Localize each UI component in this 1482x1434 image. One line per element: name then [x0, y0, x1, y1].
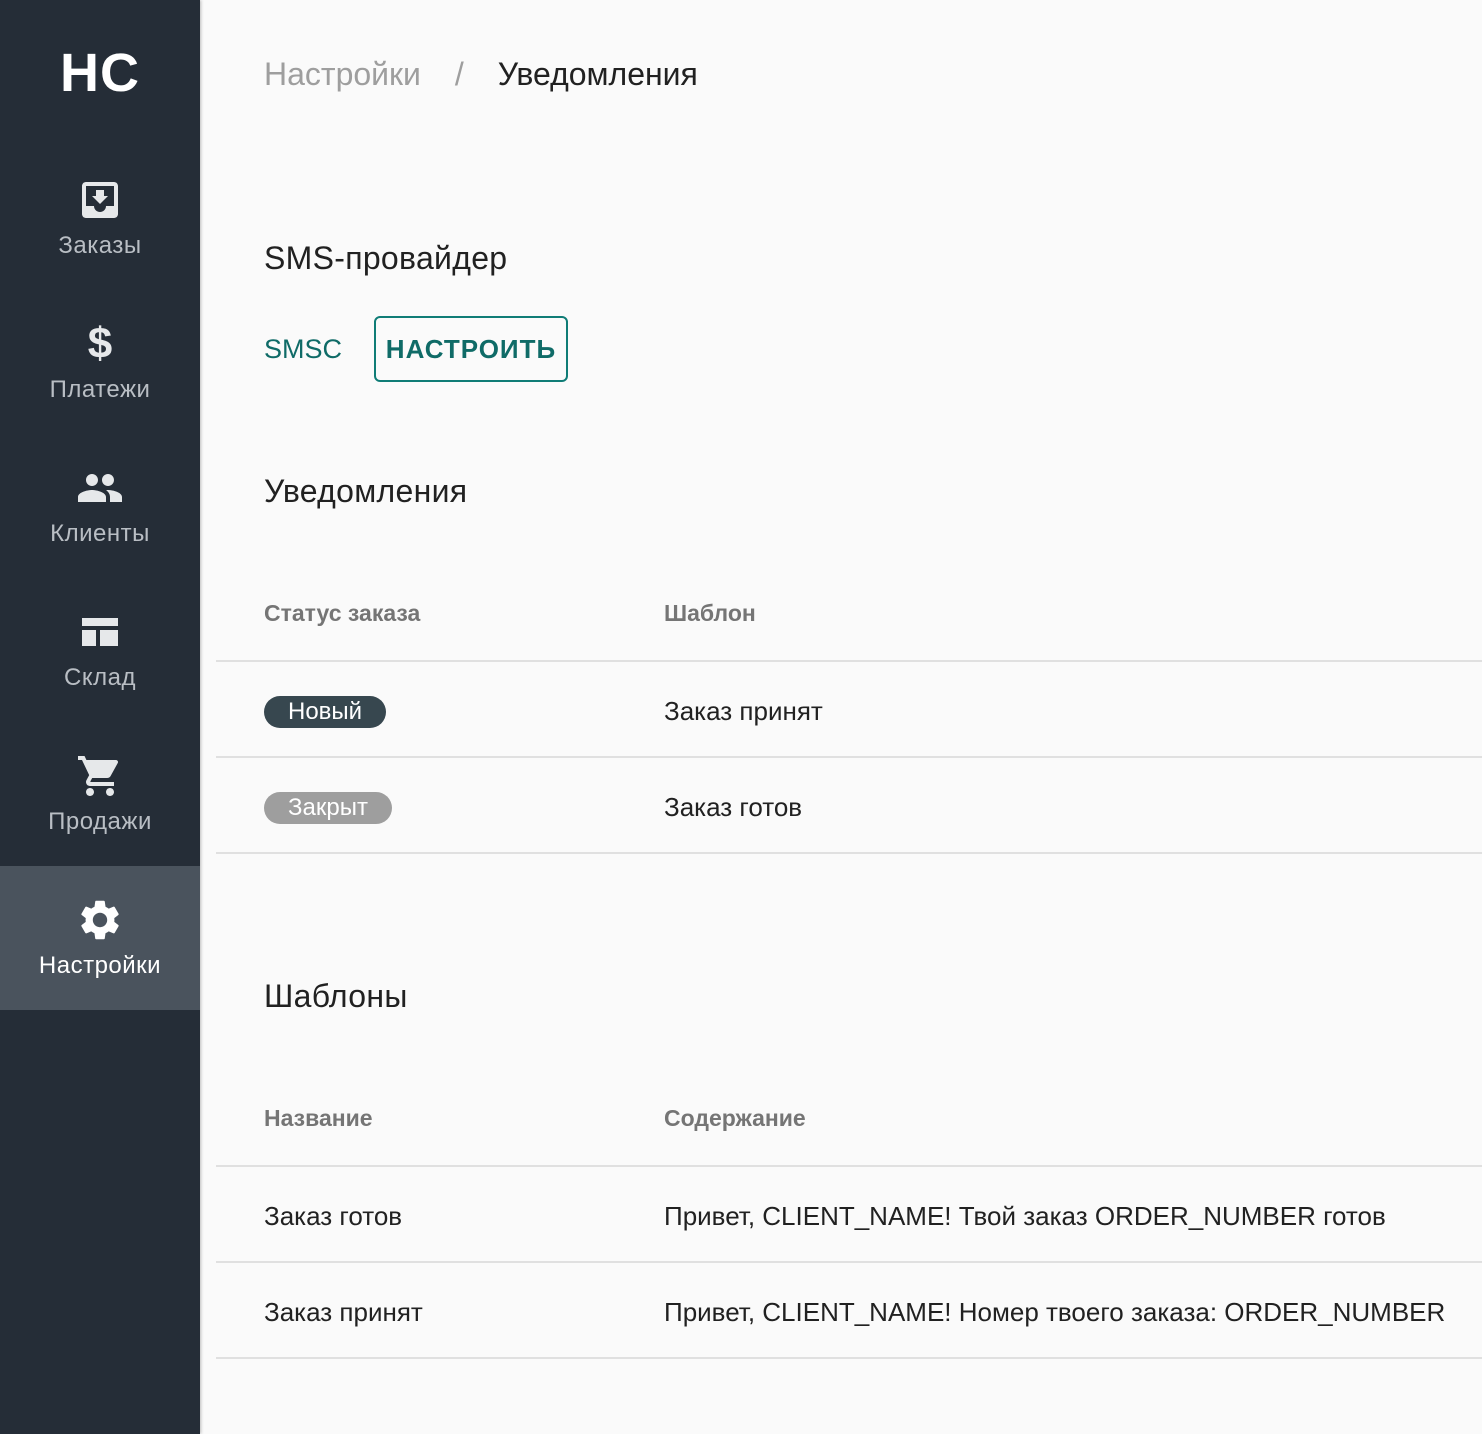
- template-cell: Заказ готов: [664, 792, 803, 822]
- sms-provider-link[interactable]: SMSC: [264, 334, 342, 365]
- dollar-icon: $: [87, 319, 113, 368]
- sidebar-item-label: Продажи: [48, 808, 152, 835]
- table-row[interactable]: Закрыт Заказ готов: [216, 758, 1482, 854]
- column-header-status: Статус заказа: [264, 600, 421, 626]
- status-badge: Закрыт: [264, 792, 392, 824]
- column-header-content: Содержание: [664, 1105, 806, 1131]
- breadcrumb: Настройки / Уведомления: [264, 56, 698, 93]
- sidebar-item-sales[interactable]: Продажи: [0, 722, 200, 866]
- table-header: Статус заказа Шаблон: [216, 566, 1482, 662]
- sidebar-item-label: Склад: [64, 664, 136, 691]
- table-row[interactable]: Заказ готов Привет, CLIENT_NAME! Твой за…: [216, 1167, 1482, 1263]
- page-title: Уведомления: [497, 56, 698, 92]
- sms-provider-heading: SMS-провайдер: [264, 240, 508, 276]
- status-badge: Новый: [264, 696, 387, 728]
- table-row[interactable]: Заказ принят Привет, CLIENT_NAME! Номер …: [216, 1263, 1482, 1359]
- sidebar-item-payments[interactable]: $ Платежи: [0, 290, 200, 434]
- notifications-heading: Уведомления: [264, 473, 468, 509]
- template-content-cell: Привет, CLIENT_NAME! Твой заказ ORDER_NU…: [664, 1201, 1386, 1231]
- sidebar-item-clients[interactable]: Клиенты: [0, 434, 200, 578]
- sidebar-item-label: Платежи: [49, 376, 151, 403]
- app-logo: HC: [60, 43, 140, 103]
- notifications-table: Статус заказа Шаблон Новый Заказ принят …: [216, 566, 1482, 854]
- table-row[interactable]: Новый Заказ принят: [216, 662, 1482, 758]
- warehouse-grid-icon: [76, 608, 124, 656]
- column-header-template: Шаблон: [664, 600, 756, 626]
- sidebar-item-warehouse[interactable]: Склад: [0, 578, 200, 722]
- people-icon: [76, 464, 124, 512]
- sidebar-item-label: Заказы: [58, 232, 142, 259]
- sidebar-item-settings[interactable]: Настройки: [0, 866, 200, 1010]
- template-content-cell: Привет, CLIENT_NAME! Номер твоего заказа…: [664, 1297, 1446, 1327]
- sidebar-item-orders[interactable]: Заказы: [0, 146, 200, 290]
- configure-button[interactable]: НАСТРОИТЬ: [374, 316, 568, 382]
- templates-heading: Шаблоны: [264, 978, 408, 1014]
- template-name-cell: Заказ принят: [264, 1297, 423, 1327]
- breadcrumb-separator: /: [454, 56, 464, 92]
- sidebar: HC Заказы $ Платежи Клиенты Склад Продаж…: [0, 0, 200, 1434]
- sidebar-item-label: Клиенты: [50, 520, 150, 547]
- breadcrumb-settings-link[interactable]: Настройки: [264, 56, 421, 93]
- gear-icon: [76, 896, 124, 944]
- table-header: Название Содержание: [216, 1071, 1482, 1167]
- templates-table: Название Содержание Заказ готов Привет, …: [216, 1071, 1482, 1359]
- cart-icon: [76, 752, 124, 800]
- sidebar-item-label: Настройки: [38, 952, 162, 979]
- inbox-download-icon: [76, 176, 124, 224]
- column-header-name: Название: [264, 1105, 373, 1131]
- template-name-cell: Заказ готов: [264, 1201, 403, 1231]
- template-cell: Заказ принят: [664, 696, 823, 726]
